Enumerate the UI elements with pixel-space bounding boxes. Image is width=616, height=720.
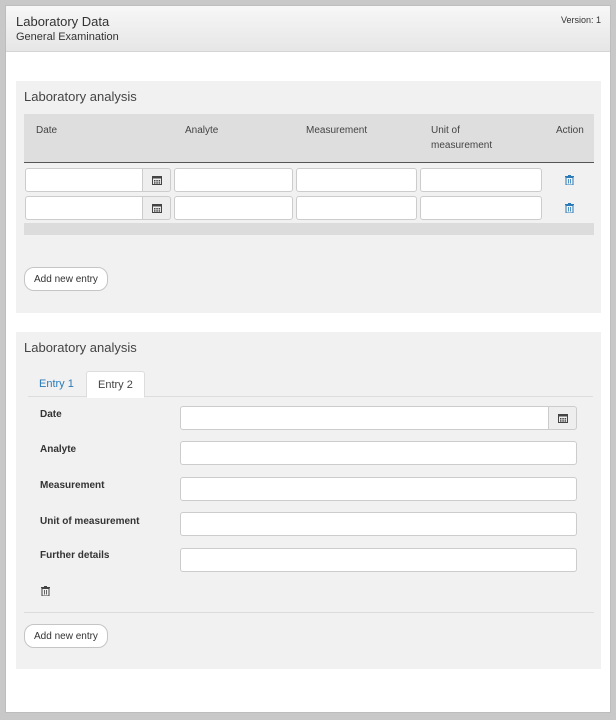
- table-row: [24, 195, 594, 222]
- form-header: Laboratory Data General Examination Vers…: [6, 6, 610, 52]
- analyte-field[interactable]: [180, 441, 577, 465]
- table-footer: [24, 223, 594, 235]
- panel-title: Laboratory analysis: [24, 340, 137, 355]
- delete-entry-button[interactable]: [39, 585, 51, 597]
- entry-tabs: Entry 1 Entry 2: [28, 371, 593, 398]
- table-row: [24, 167, 594, 194]
- measurement-input[interactable]: [296, 168, 417, 192]
- unit-input[interactable]: [420, 168, 542, 192]
- calendar-icon: [557, 414, 568, 423]
- analyte-input[interactable]: [174, 168, 293, 192]
- form-window: Laboratory Data General Examination Vers…: [5, 5, 611, 713]
- form-subtitle: General Examination: [16, 31, 119, 43]
- form-title: Laboratory Data: [16, 14, 110, 29]
- further-details-label: Further details: [40, 550, 110, 561]
- measurement-input[interactable]: [296, 196, 417, 220]
- column-header-measurement: Measurement: [306, 125, 368, 136]
- measurement-field[interactable]: [180, 477, 577, 501]
- date-field[interactable]: [180, 406, 549, 430]
- calendar-button[interactable]: [143, 168, 171, 192]
- analyte-label: Analyte: [40, 444, 77, 455]
- column-header-action: Action: [556, 125, 584, 136]
- trash-icon: [564, 175, 574, 185]
- tab-entry-1[interactable]: Entry 1: [28, 371, 85, 397]
- unit-input[interactable]: [420, 196, 542, 220]
- calendar-button[interactable]: [549, 406, 577, 430]
- lab-analysis-form-panel: Laboratory analysis Entry 1 Entry 2 Date…: [16, 332, 601, 669]
- calendar-icon: [151, 176, 162, 185]
- unit-field[interactable]: [180, 512, 577, 536]
- calendar-button[interactable]: [143, 196, 171, 220]
- delete-row-button[interactable]: [563, 174, 575, 186]
- lab-analysis-table-panel: Laboratory analysis Date Analyte Measure…: [16, 81, 601, 313]
- measurement-label: Measurement: [40, 480, 105, 491]
- date-label: Date: [40, 409, 62, 420]
- calendar-icon: [151, 204, 162, 213]
- trash-icon: [564, 203, 574, 213]
- further-details-field[interactable]: [180, 548, 577, 572]
- column-header-analyte: Analyte: [185, 125, 219, 136]
- unit-label: Unit of measurement: [40, 516, 140, 527]
- divider: [24, 612, 594, 613]
- add-new-entry-button[interactable]: Add new entry: [24, 624, 108, 648]
- version-label: Version: 1: [560, 15, 601, 25]
- tab-entry-2[interactable]: Entry 2: [86, 371, 145, 398]
- delete-row-button[interactable]: [563, 202, 575, 214]
- date-input[interactable]: [25, 168, 143, 192]
- table-header: Date Analyte Measurement Unit of measure…: [24, 114, 594, 163]
- trash-icon: [40, 586, 50, 596]
- analyte-input[interactable]: [174, 196, 293, 220]
- panel-title: Laboratory analysis: [24, 89, 137, 104]
- column-header-date: Date: [36, 125, 58, 136]
- column-header-unit: Unit of measurement: [431, 125, 493, 151]
- date-input[interactable]: [25, 196, 143, 220]
- add-new-entry-button[interactable]: Add new entry: [24, 267, 108, 291]
